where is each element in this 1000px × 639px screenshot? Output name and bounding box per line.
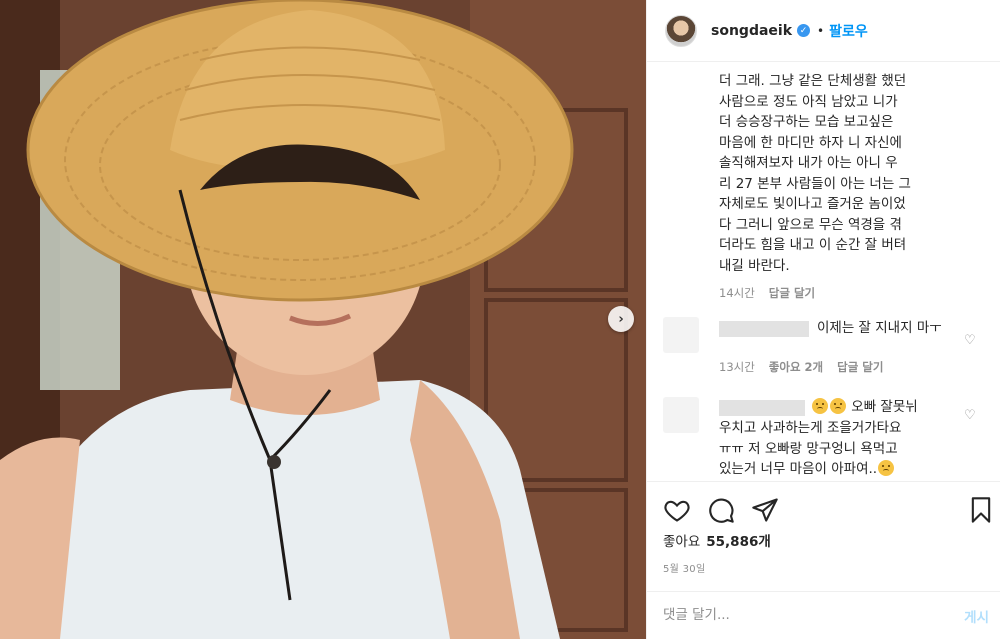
share-icon[interactable] xyxy=(751,496,779,524)
likes-label: 좋아요 xyxy=(663,534,701,550)
comment-input[interactable] xyxy=(663,604,923,626)
comment-reply-button[interactable]: 답글 달기 xyxy=(837,359,883,375)
caption-timestamp[interactable]: 14시간 xyxy=(719,285,755,301)
comment-like-heart-icon[interactable]: ♡ xyxy=(964,333,976,348)
comment-text: 이제는 잘 지내지 마ㅜ xyxy=(817,320,942,336)
add-comment-bar: 게시 xyxy=(647,591,1000,639)
verified-badge-icon: ✓ xyxy=(797,24,811,37)
chevron-right-icon: › xyxy=(618,311,624,327)
photo-illustration xyxy=(0,0,646,639)
comment-text-line1: 오빠 잘못뉘 xyxy=(811,397,918,418)
comment-username-redacted xyxy=(719,321,809,337)
post-photo[interactable]: › xyxy=(0,0,646,639)
post-header: songdaeik ✓ • 팔로우 xyxy=(647,0,1000,62)
post-comment-button[interactable]: 게시 xyxy=(964,606,989,626)
sad-face-emoji-icon xyxy=(878,460,895,476)
sad-face-emoji-icon xyxy=(812,398,828,414)
post-side-panel: songdaeik ✓ • 팔로우 더 그래. 그냥 같은 단체생활 했던 사람… xyxy=(646,0,1000,639)
heart-icon[interactable] xyxy=(663,496,691,524)
comment-username-redacted xyxy=(719,400,805,416)
post-actions: 좋아요 55,886개 5월 30일 xyxy=(647,481,1000,591)
comment-avatar-redacted[interactable] xyxy=(663,397,699,433)
carousel-next-button[interactable]: › xyxy=(608,306,634,332)
bookmark-icon[interactable] xyxy=(967,496,995,524)
post-date[interactable]: 5월 30일 xyxy=(663,560,705,575)
comment-text-rest: 우치고 사과하는게 조을거가타요 ㅠㅠ 저 오빠랑 망구엉니 욕먹고 있는거 너… xyxy=(719,418,959,480)
comment-text-continuation: 우치고 사과하는게 조을거가타요 ㅠㅠ 저 오빠랑 망구엉니 욕먹고 있는거 너… xyxy=(719,420,902,477)
comment-avatar-redacted[interactable] xyxy=(663,317,699,353)
username-link[interactable]: songdaeik xyxy=(711,23,792,39)
comment-timestamp[interactable]: 13시간 xyxy=(719,359,755,375)
comment-meta: 13시간 좋아요 2개 답글 달기 xyxy=(719,359,883,375)
comments-list[interactable]: 더 그래. 그냥 같은 단체생활 했던 사람으로 정도 아직 남았고 니가 더 … xyxy=(647,63,1000,481)
caption-meta: 14시간 답글 달기 xyxy=(719,285,815,301)
likes-summary[interactable]: 좋아요 55,886개 xyxy=(663,530,771,550)
comment-text-start: 오빠 잘못뉘 xyxy=(851,399,918,415)
separator-dot: • xyxy=(817,23,825,38)
post-caption: 더 그래. 그냥 같은 단체생활 했던 사람으로 정도 아직 남았고 니가 더 … xyxy=(719,73,911,274)
comment-icon[interactable] xyxy=(707,496,735,524)
sad-face-emoji-icon xyxy=(830,398,846,414)
comment-like-heart-icon[interactable]: ♡ xyxy=(964,408,976,423)
avatar[interactable] xyxy=(665,14,697,47)
comment-likes-count[interactable]: 좋아요 2개 xyxy=(769,359,823,375)
caption-reply-button[interactable]: 답글 달기 xyxy=(769,285,815,301)
likes-count: 55,886개 xyxy=(706,534,771,550)
follow-button[interactable]: 팔로우 xyxy=(829,21,868,41)
